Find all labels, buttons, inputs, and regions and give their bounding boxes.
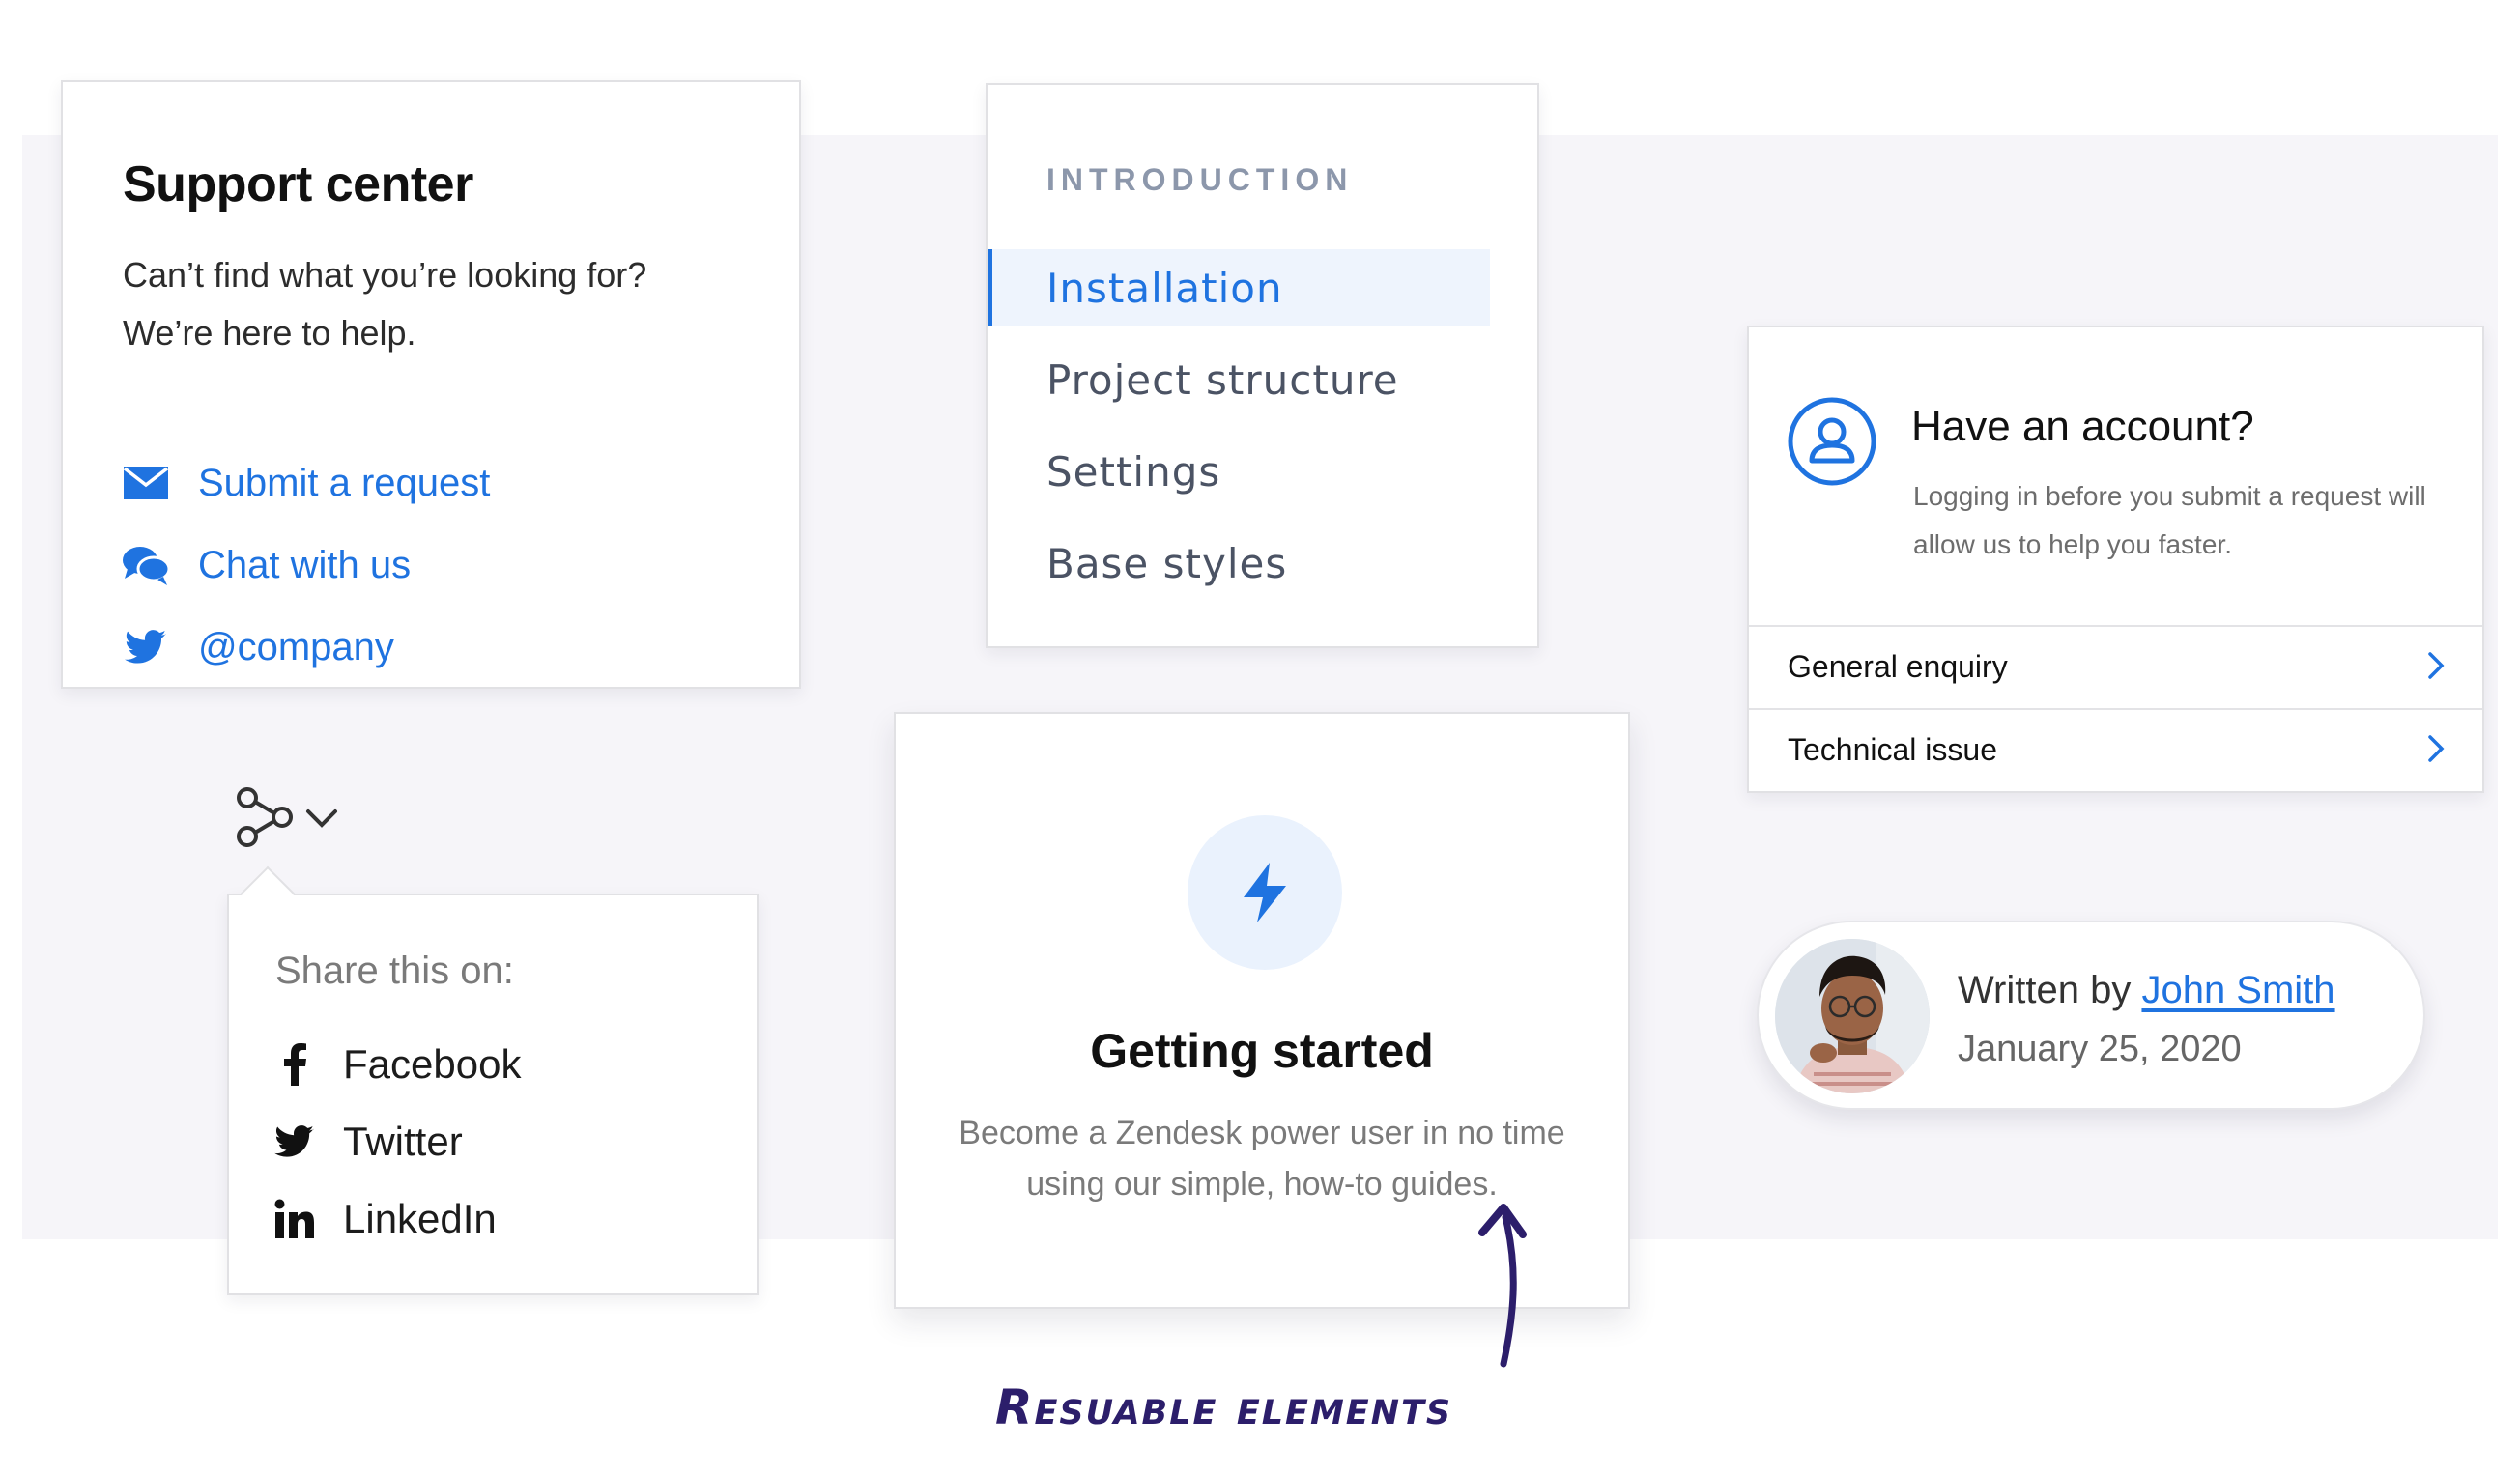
nav-item-settings[interactable]: Settings [988, 433, 1490, 510]
chevron-right-icon [2426, 650, 2446, 686]
account-card: Have an account? Logging in before you s… [1747, 326, 2484, 793]
support-description: Can’t find what you’re looking for? We’r… [123, 255, 647, 353]
company-twitter-link[interactable]: @company [121, 618, 394, 676]
nav-item-installation[interactable]: Installation [988, 249, 1490, 326]
author-badge: Written by John Smith January 25, 2020 [1757, 921, 2425, 1110]
share-twitter-label: Twitter [343, 1119, 463, 1164]
share-twitter-item[interactable]: Twitter [273, 1113, 463, 1171]
nav-item-project-structure[interactable]: Project structure [988, 341, 1490, 418]
linkedin-icon [273, 1198, 316, 1240]
account-title: Have an account? [1911, 403, 2254, 450]
share-icon [234, 786, 294, 855]
chevron-right-icon [2426, 733, 2446, 769]
chat-with-us-label: Chat with us [198, 543, 412, 586]
chat-with-us-link[interactable]: Chat with us [121, 536, 411, 594]
lightning-bolt-icon [1188, 815, 1342, 970]
facebook-icon [273, 1043, 316, 1086]
annotation-arrow-icon [1469, 1194, 1536, 1373]
byline-prefix: Written by [1958, 969, 2132, 1011]
technical-issue-row[interactable]: Technical issue [1749, 708, 2482, 789]
share-facebook-label: Facebook [343, 1041, 522, 1087]
share-facebook-item[interactable]: Facebook [273, 1035, 521, 1093]
author-byline: Written by John Smith [1958, 969, 2335, 1012]
twitter-icon [273, 1120, 316, 1163]
share-dropdown-toggle[interactable] [234, 786, 338, 855]
general-enquiry-row[interactable]: General enquiry [1749, 625, 2482, 706]
nav-section-heading: INTRODUCTION [1046, 162, 1354, 197]
envelope-icon [121, 458, 171, 508]
submit-request-link[interactable]: Submit a request [121, 454, 490, 512]
chevron-down-icon [305, 808, 338, 834]
support-center-card: Support center Can’t find what you’re lo… [61, 80, 801, 689]
share-popover: Share this on: Facebook Twitter LinkedIn [227, 865, 759, 1295]
submit-request-label: Submit a request [198, 461, 491, 504]
account-description: Logging in before you submit a request w… [1913, 481, 2426, 559]
chat-bubbles-icon [121, 540, 171, 590]
author-name-link[interactable]: John Smith [2141, 969, 2334, 1011]
share-linkedin-label: LinkedIn [343, 1196, 497, 1241]
share-heading: Share this on: [275, 950, 514, 992]
share-linkedin-item[interactable]: LinkedIn [273, 1190, 497, 1248]
technical-issue-label: Technical issue [1788, 731, 1997, 767]
publish-date: January 25, 2020 [1958, 1029, 2242, 1069]
nav-item-base-styles[interactable]: Base styles [988, 525, 1490, 602]
user-account-icon [1788, 397, 1876, 486]
general-enquiry-label: General enquiry [1788, 648, 2008, 684]
twitter-icon [121, 622, 171, 672]
author-avatar [1775, 939, 1930, 1093]
getting-started-title: Getting started [1090, 1024, 1434, 1078]
docs-navigation-card: INTRODUCTION Installation Project struct… [986, 83, 1539, 648]
annotation-label: Resuable elements [995, 1379, 1453, 1435]
company-twitter-label: @company [198, 625, 394, 668]
support-title: Support center [123, 156, 473, 213]
